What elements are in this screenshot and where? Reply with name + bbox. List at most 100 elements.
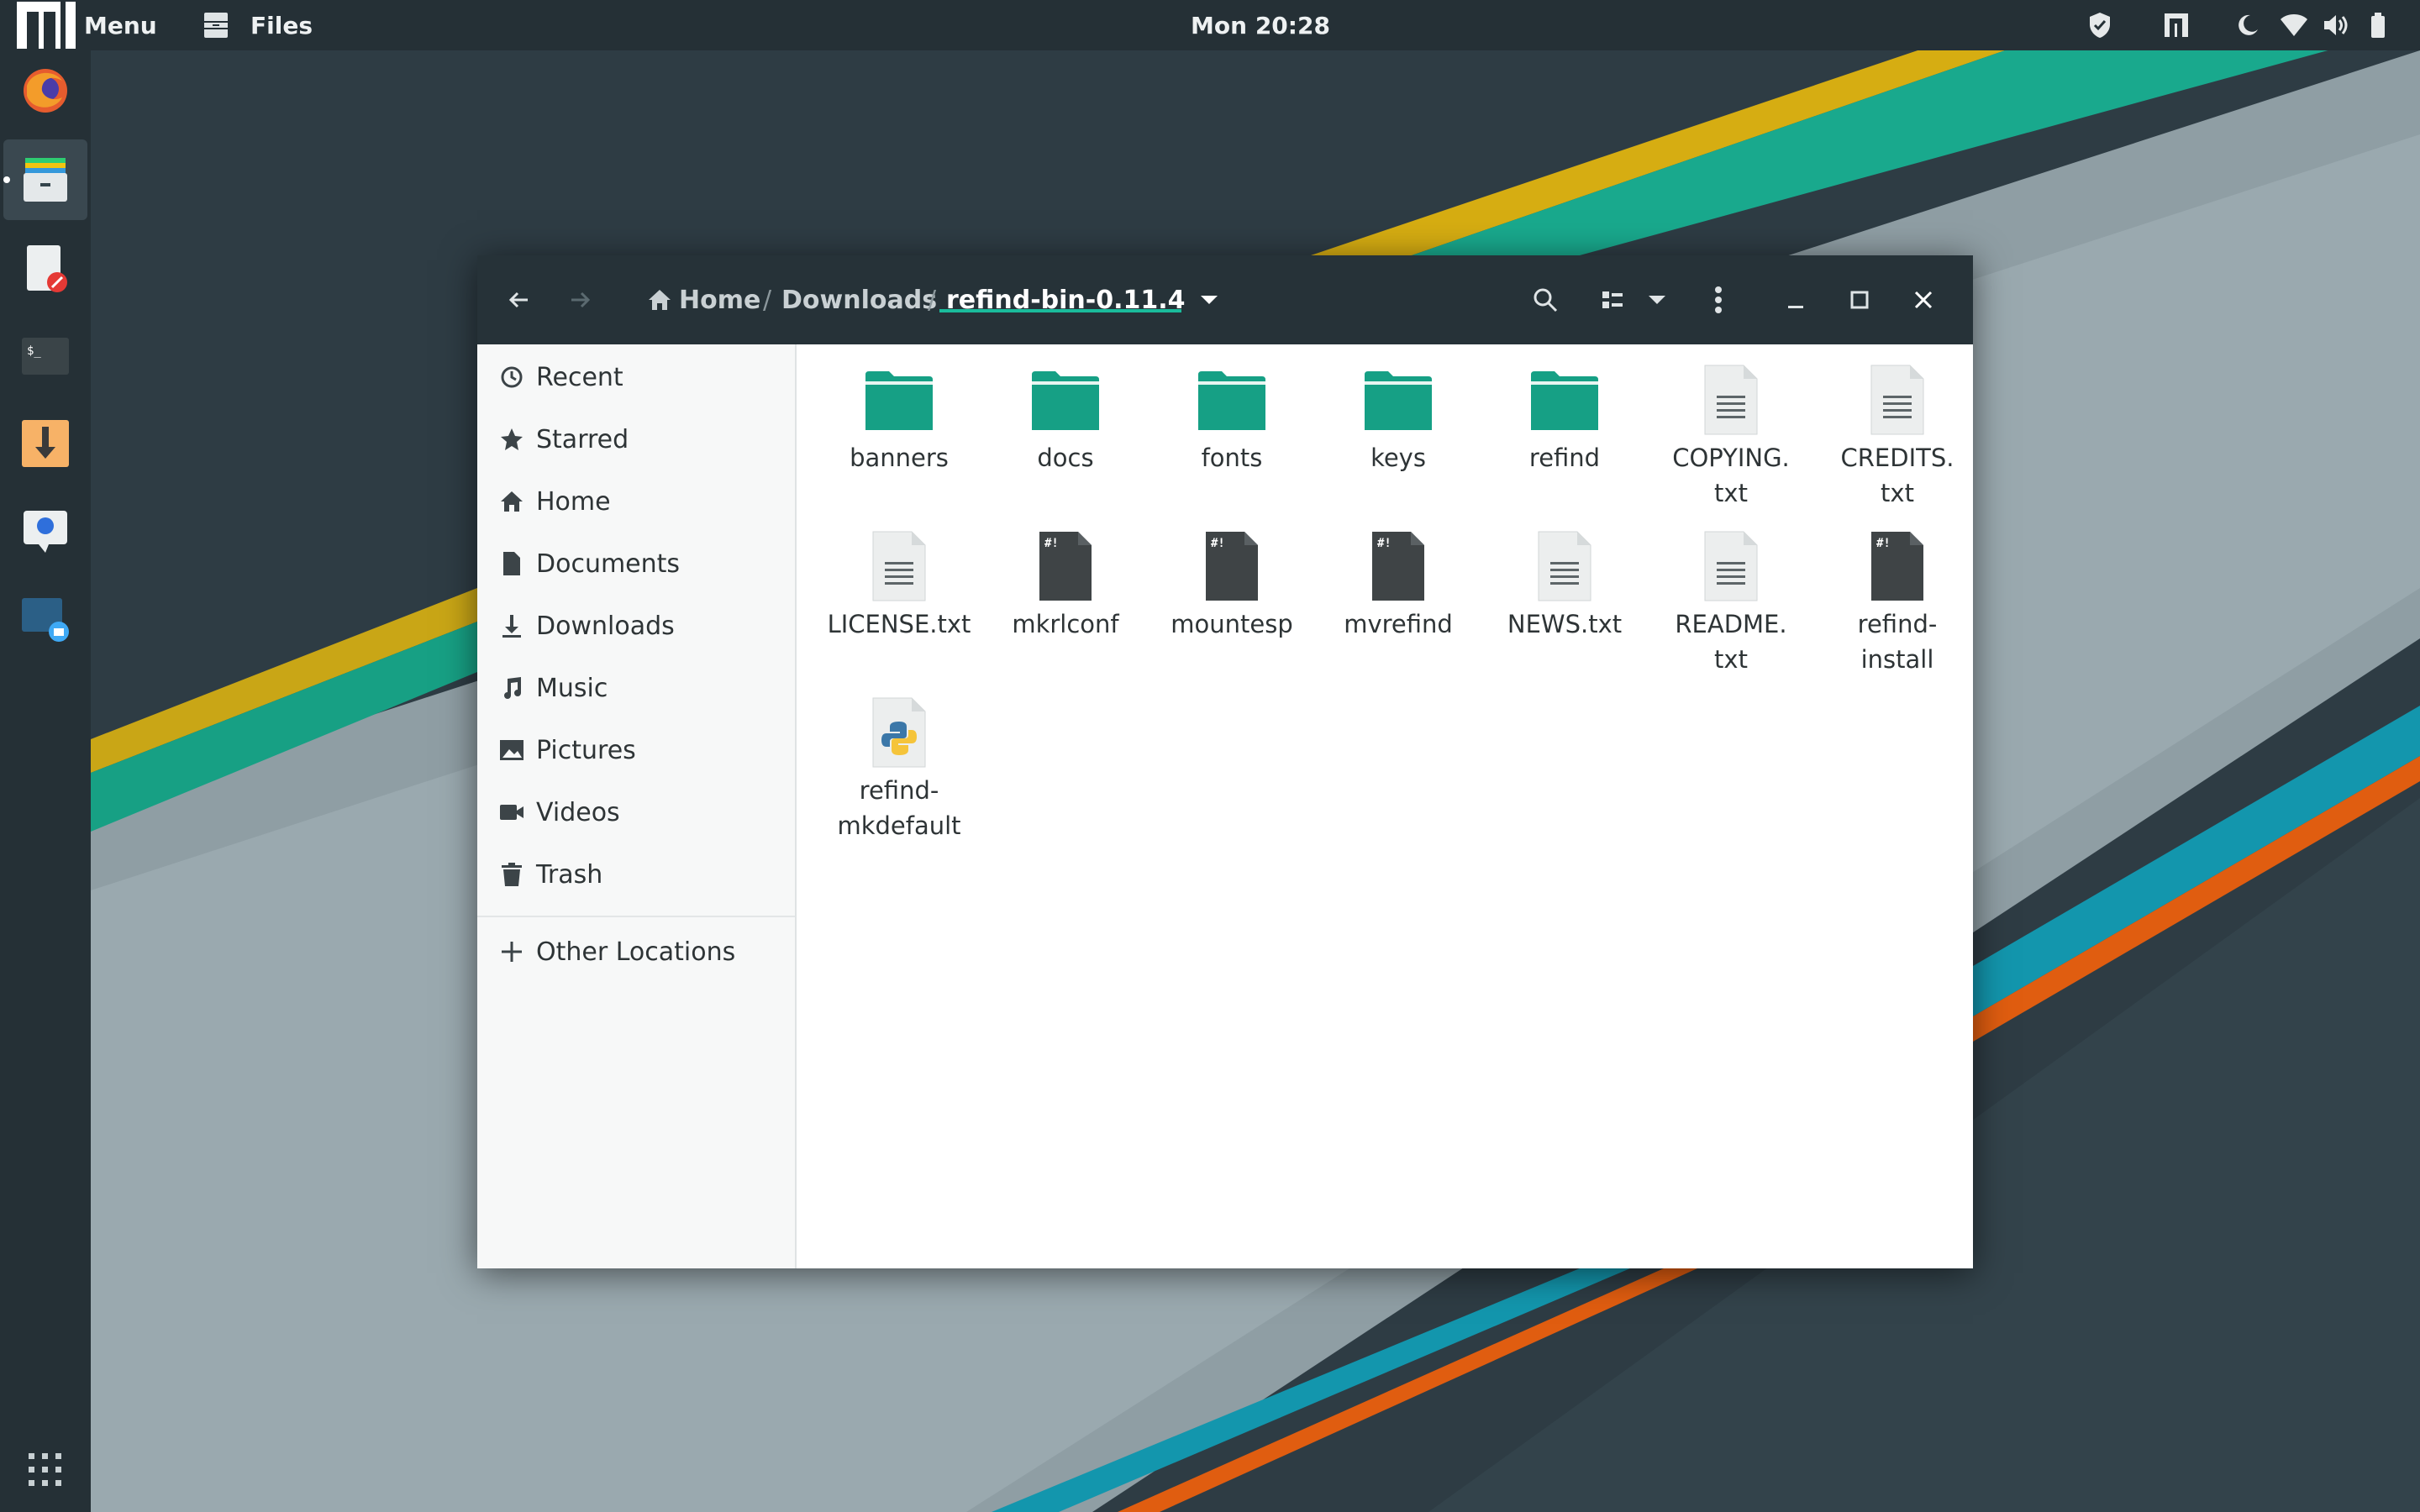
volume-icon[interactable] [2323,0,2349,50]
file-item[interactable]: docs [983,346,1148,506]
sidebar-item-other-locations[interactable]: Other Locations [477,922,795,981]
manjaro-icon[interactable] [2163,0,2190,50]
back-button[interactable] [491,272,546,328]
sidebar-item-label: Home [536,486,611,517]
sidebar-item-pictures[interactable]: Pictures [477,721,795,780]
firefox-icon [24,69,67,113]
text-editor-launcher[interactable] [3,228,87,309]
file-name: CREDITS. txt [1815,440,1980,511]
file-item[interactable]: refind-mkdefault [817,679,981,840]
file-name-line: mvrefind [1344,610,1453,638]
svg-text:$_: $_ [27,344,41,358]
file-item[interactable]: #! mountesp [1150,512,1314,672]
file-item[interactable]: keys [1316,346,1481,506]
close-button[interactable] [1896,272,1951,328]
screenshot-launcher[interactable] [3,578,87,659]
svg-text:#!: #! [1211,537,1225,550]
script-file-icon: #! [1857,526,1938,606]
clock[interactable]: Mon 20:28 [1185,0,1336,50]
running-indicator [3,176,10,183]
minimize-button[interactable] [1768,272,1823,328]
dock: $_ [0,50,91,1512]
file-item[interactable]: CREDITS. txt [1815,346,1980,507]
home-icon [497,487,526,516]
star-icon [497,425,526,454]
manjaro-logo-icon[interactable] [15,0,77,50]
chat-launcher[interactable] [3,491,87,571]
shield-icon[interactable] [2087,0,2112,50]
sidebar-item-downloads[interactable]: Downloads [477,596,795,655]
sidebar-item-trash[interactable]: Trash [477,845,795,904]
sidebar-item-label: Music [536,673,608,703]
file-name-line: LICENSE.txt [827,610,971,638]
breadcrumb-home[interactable]: Home [647,255,760,344]
main-menu-button[interactable] [1691,272,1746,328]
file-item[interactable]: #! mkrlconf [983,512,1148,672]
file-name-line: NEWS.txt [1507,610,1623,638]
header-bar: Home / Downloads / refind-bin-0.11.4 [477,255,1973,344]
file-name-line: COPYING. [1672,444,1790,472]
home-icon [649,290,671,310]
sidebar-item-music[interactable]: Music [477,659,795,717]
chevron-down-icon [1649,296,1665,304]
firefox-launcher[interactable] [3,50,87,131]
view-options-button[interactable] [1635,272,1679,328]
night-light-icon[interactable] [2235,0,2260,50]
svg-text:#!: #! [1377,537,1392,550]
file-item[interactable]: banners [817,346,981,506]
menu-button[interactable]: Menu [84,0,157,50]
view-mode-button[interactable] [1585,272,1640,328]
trash-icon [497,860,526,889]
file-manager-icon [24,158,67,202]
file-item[interactable]: NEWS.txt [1482,512,1647,672]
file-name: NEWS.txt [1482,606,1647,642]
document-icon [497,549,526,578]
file-name: docs [983,440,1148,475]
battery-icon[interactable] [2370,0,2386,50]
sidebar-item-recent[interactable]: Recent [477,348,795,407]
file-name: banners [817,440,981,475]
places-sidebar: Recent Starred Home Documents Downloads … [477,344,797,1268]
files-app-label: Files [250,11,313,39]
terminal-launcher[interactable]: $_ [3,316,87,396]
file-name-line: README. [1675,610,1787,638]
file-item[interactable]: LICENSE.txt [817,512,981,672]
sidebar-item-videos[interactable]: Videos [477,783,795,842]
wifi-icon[interactable] [2279,0,2309,50]
forward-button[interactable] [553,272,608,328]
maximize-button[interactable] [1832,272,1887,328]
text-file-icon [1691,526,1771,606]
file-item[interactable]: refind [1482,346,1647,506]
sidebar-divider [477,916,795,917]
sidebar-item-label: Trash [536,859,603,890]
sidebar-item-documents[interactable]: Documents [477,534,795,593]
downloader-launcher[interactable] [3,403,87,484]
file-view[interactable]: banners docs fonts keys refind COPYING. txt CRE… [797,344,1973,1268]
breadcrumb-downloads[interactable]: Downloads [781,255,937,344]
files-app-menu[interactable]: Files [202,0,313,50]
breadcrumb-current[interactable]: refind-bin-0.11.4 [939,255,1219,344]
list-view-icon [1602,291,1623,308]
file-name-line: mkrlconf [1012,610,1119,638]
file-item[interactable]: fonts [1150,346,1314,506]
search-button[interactable] [1518,272,1573,328]
file-name-line: refind- [859,776,939,805]
file-item[interactable]: #! refind-install [1815,512,1980,674]
file-item[interactable]: #! mvrefind [1316,512,1481,672]
file-name-line: docs [1037,444,1094,472]
maximize-icon [1850,291,1869,309]
sidebar-item-label: Starred [536,424,629,454]
file-item[interactable]: README. txt [1649,512,1813,674]
chevron-down-icon [1200,296,1218,304]
files-launcher[interactable] [3,139,87,220]
file-item[interactable]: COPYING. txt [1649,346,1813,507]
sidebar-item-home[interactable]: Home [477,472,795,531]
apps-grid-icon[interactable] [25,1450,66,1490]
close-icon [1914,291,1933,309]
text-file-icon [1524,526,1605,606]
clock-label: Mon 20:28 [1191,11,1330,39]
sidebar-item-starred[interactable]: Starred [477,410,795,469]
minimize-icon [1788,306,1803,308]
text-editor-icon [27,245,67,292]
file-name-line: CREDITS. [1840,444,1954,472]
